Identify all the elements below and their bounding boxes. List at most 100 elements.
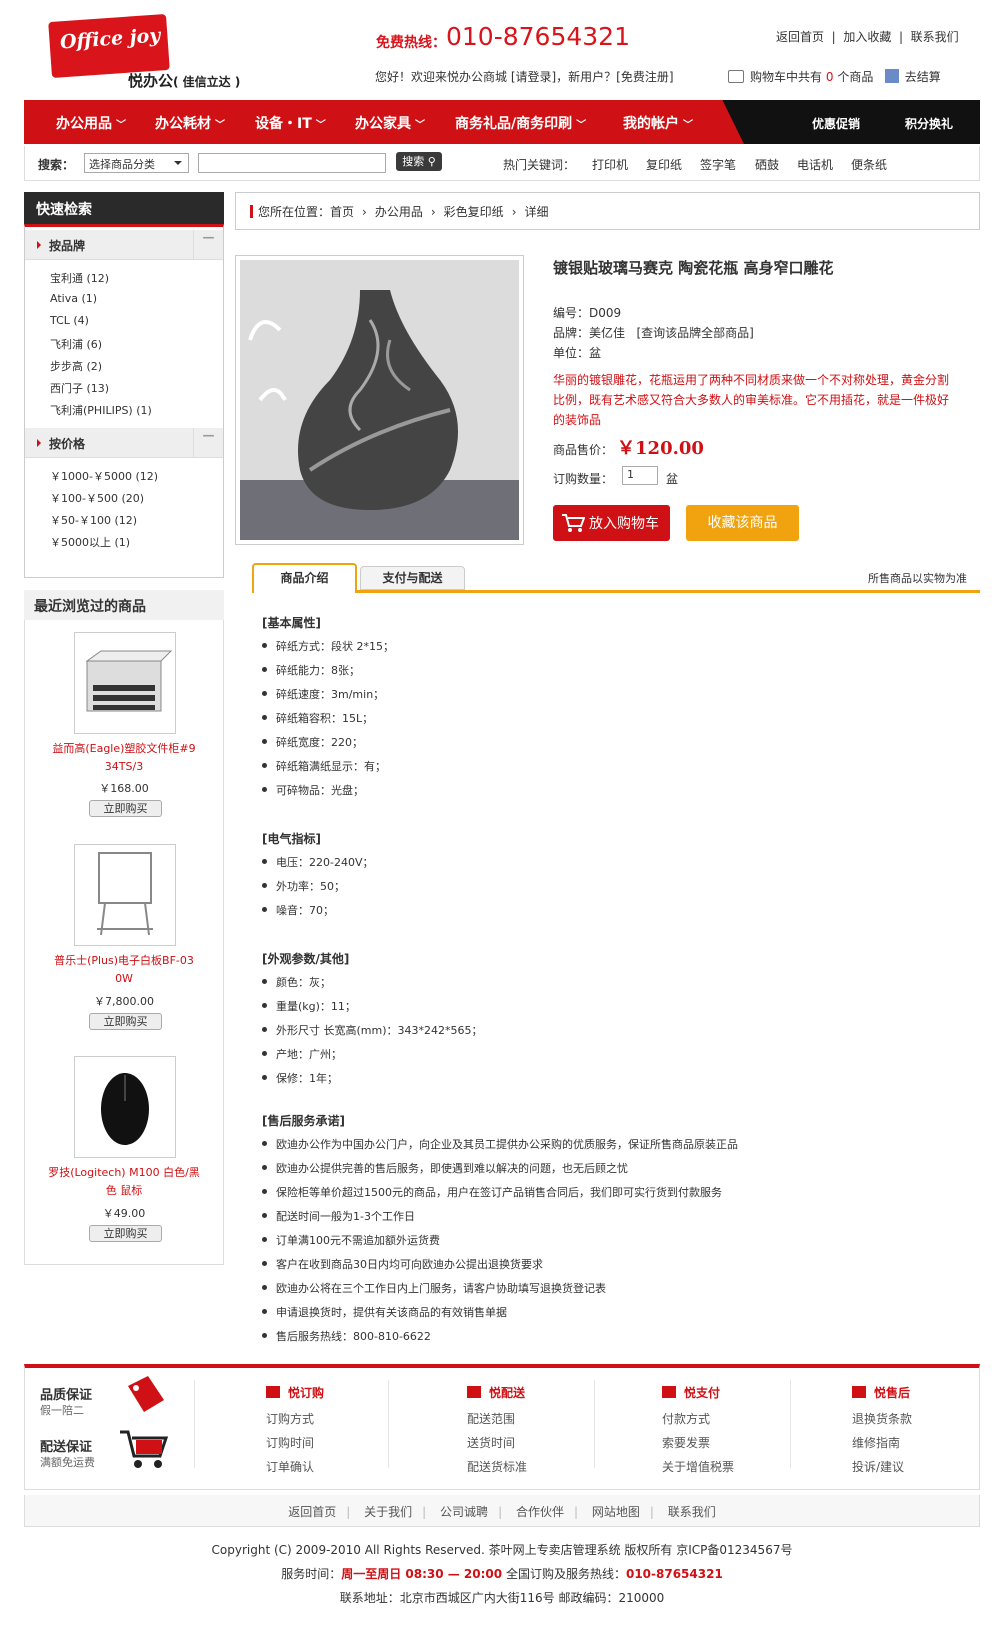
- search-input[interactable]: [198, 153, 386, 173]
- hot-keyword[interactable]: 复印纸: [646, 156, 682, 173]
- quantity-input[interactable]: 1: [622, 466, 658, 485]
- recent-products-title: 最近浏览过的商品: [24, 590, 224, 620]
- footer-nav-partners[interactable]: 合作伙伴: [516, 1505, 564, 1519]
- footer-col-delivery: 悦配送: [467, 1384, 525, 1401]
- service-label: 服务时间：: [281, 1567, 342, 1581]
- footer-link[interactable]: 配送货标准: [467, 1458, 527, 1475]
- add-to-favorites-button[interactable]: 收藏该商品: [686, 505, 799, 541]
- collapse-icon[interactable]: —: [193, 428, 223, 457]
- brand-subtitle: ( 佳信立达 ): [173, 75, 241, 89]
- search-button[interactable]: 搜索 ⚲: [396, 152, 442, 171]
- tab-payment-delivery[interactable]: 支付与配送: [360, 566, 465, 590]
- quality-guarantee-sub: 假一陪二: [40, 1404, 84, 1417]
- recent-product-name[interactable]: 益而高(Eagle)塑胶文件柜#9 34TS/3: [44, 740, 204, 776]
- breadcrumb-category[interactable]: 办公用品: [375, 205, 423, 219]
- buy-now-button[interactable]: 立即购买: [89, 1225, 162, 1242]
- spec-item: 重量(kg)：11；: [262, 998, 356, 1014]
- footer-link[interactable]: 索要发票: [662, 1434, 710, 1451]
- cart-summary[interactable]: 购物车中共有 0 个商品 去结算: [728, 68, 941, 85]
- footer-nav-sitemap[interactable]: 网站地图: [592, 1505, 640, 1519]
- category-select[interactable]: 选择商品分类: [84, 153, 189, 173]
- brand-search-link[interactable]: [查询该品牌全部商品]: [636, 326, 753, 340]
- top-link-contact[interactable]: 联系我们: [911, 30, 959, 44]
- nav-furniture[interactable]: 办公家具 ﹀: [355, 113, 425, 133]
- product-thumb-whiteboard[interactable]: [74, 844, 176, 946]
- filter-by-price[interactable]: 按价格 —: [25, 428, 223, 458]
- top-link-favorite[interactable]: 加入收藏: [843, 30, 891, 44]
- spec-item: 颜色：灰；: [262, 974, 331, 990]
- footer-link[interactable]: 订单确认: [266, 1458, 314, 1475]
- brand-name: 悦办公( 佳信立达 ): [128, 70, 240, 91]
- checkout-link[interactable]: 去结算: [905, 70, 941, 84]
- nav-points-gifts[interactable]: 积分换礼: [905, 115, 953, 132]
- nav-consumables[interactable]: 办公耗材 ﹀: [155, 113, 225, 133]
- brand-filter-item[interactable]: 飞利浦 (6): [50, 336, 102, 352]
- wallet-icon: [662, 1386, 676, 1398]
- spec-item: 碎纸箱容积：15L；: [262, 710, 373, 726]
- product-thumb-mouse[interactable]: [74, 1056, 176, 1158]
- footer-link[interactable]: 维修指南: [852, 1434, 900, 1451]
- tab-product-intro[interactable]: 商品介绍: [252, 563, 357, 593]
- collapse-icon[interactable]: —: [193, 230, 223, 259]
- recent-product-name[interactable]: 罗技(Logitech) M100 白色/黑色 鼠标: [44, 1164, 204, 1200]
- chevron-down-icon: ﹀: [683, 120, 693, 131]
- delivery-guarantee-sub: 满额免运费: [40, 1456, 95, 1469]
- hot-keyword[interactable]: 签字笔: [700, 156, 736, 173]
- footer-link[interactable]: 送货时间: [467, 1434, 515, 1451]
- product-thumb-file-cabinet[interactable]: [74, 632, 176, 734]
- hot-keyword[interactable]: 电话机: [797, 156, 833, 173]
- breadcrumb-prefix: 您所在位置：: [258, 205, 331, 219]
- cart-icon: [728, 70, 744, 83]
- footer-col-title: 悦支付: [684, 1386, 721, 1400]
- brand-filter-item[interactable]: 飞利浦(PHILIPS) (1): [50, 402, 152, 418]
- price-filter-item[interactable]: ￥100-￥500 (20): [50, 490, 144, 506]
- brand-filter-item[interactable]: 步步高 (2): [50, 358, 102, 374]
- footer-link[interactable]: 配送范围: [467, 1410, 515, 1427]
- nav-promotions[interactable]: 优惠促销: [812, 115, 860, 132]
- nav-my-account[interactable]: 我的帐户 ﹀: [623, 113, 693, 133]
- price-filter-item[interactable]: ￥50-￥100 (12): [50, 512, 137, 528]
- price-label: 商品售价：: [553, 443, 614, 457]
- breadcrumb: 您所在位置：首页 › 办公用品 › 彩色复印纸 › 详细: [235, 192, 980, 230]
- chevron-right-icon: ›: [430, 205, 436, 219]
- footer-link[interactable]: 关于增值税票: [662, 1458, 734, 1475]
- nav-gifts-printing[interactable]: 商务礼品/商务印刷 ﹀: [455, 113, 586, 133]
- recent-product-name[interactable]: 普乐士(Plus)电子白板BF-03 0W: [44, 952, 204, 988]
- add-to-cart-button[interactable]: 放入购物车: [553, 505, 670, 541]
- buy-now-button[interactable]: 立即购买: [89, 1013, 162, 1030]
- brand-filter-item[interactable]: 宝利通 (12): [50, 270, 109, 286]
- footer-link[interactable]: 订购时间: [266, 1434, 314, 1451]
- price-filter-item[interactable]: ￥5000以上 (1): [50, 534, 130, 550]
- breadcrumb-subcategory[interactable]: 彩色复印纸: [444, 205, 504, 219]
- product-main-image[interactable]: [235, 255, 524, 545]
- brand-filter-item[interactable]: Ativa (1): [50, 292, 97, 305]
- welcome-text[interactable]: 您好！欢迎来悦办公商城 [请登录]，新用户？[免费注册]: [375, 68, 674, 85]
- breadcrumb-home[interactable]: 首页: [330, 205, 354, 219]
- brand-filter-item[interactable]: 西门子 (13): [50, 380, 109, 396]
- footer-link[interactable]: 退换货条款: [852, 1410, 912, 1427]
- filter-price-label: 按价格: [49, 437, 86, 451]
- footer-nav-jobs[interactable]: 公司诚聘: [440, 1505, 488, 1519]
- footer-nav-contact[interactable]: 联系我们: [668, 1505, 716, 1519]
- service-item: 保险柜等单价超过1500元的商品，用户在签订产品销售合同后，我们即可实行货到付款…: [262, 1184, 722, 1200]
- top-link-home[interactable]: 返回首页: [776, 30, 824, 44]
- spec-item: 噪音：70；: [262, 902, 334, 918]
- recent-product-price: ￥7,800.00: [94, 995, 154, 1008]
- footer-link[interactable]: 付款方式: [662, 1410, 710, 1427]
- hot-keyword[interactable]: 打印机: [592, 156, 628, 173]
- nav-office-supplies[interactable]: 办公用品 ﹀: [56, 113, 126, 133]
- cart-icon: [467, 1386, 481, 1398]
- price-filter-item[interactable]: ￥1000-￥5000 (12): [50, 468, 158, 484]
- brand-filter-item[interactable]: TCL (4): [50, 314, 89, 327]
- hot-keyword[interactable]: 硒鼓: [755, 156, 779, 173]
- filter-by-brand[interactable]: 按品牌 —: [25, 230, 223, 260]
- service-item: 申请退换货时，提供有关该商品的有效销售单据: [262, 1304, 507, 1320]
- footer-col-payment: 悦支付: [662, 1384, 720, 1401]
- nav-devices-it[interactable]: 设备・IT ﹀: [255, 113, 326, 133]
- footer-link[interactable]: 投诉/建议: [852, 1458, 904, 1475]
- hot-keyword[interactable]: 便条纸: [851, 156, 887, 173]
- footer-nav-about[interactable]: 关于我们: [364, 1505, 412, 1519]
- buy-now-button[interactable]: 立即购买: [89, 800, 162, 817]
- footer-link[interactable]: 订购方式: [266, 1410, 314, 1427]
- footer-nav-home[interactable]: 返回首页: [288, 1505, 336, 1519]
